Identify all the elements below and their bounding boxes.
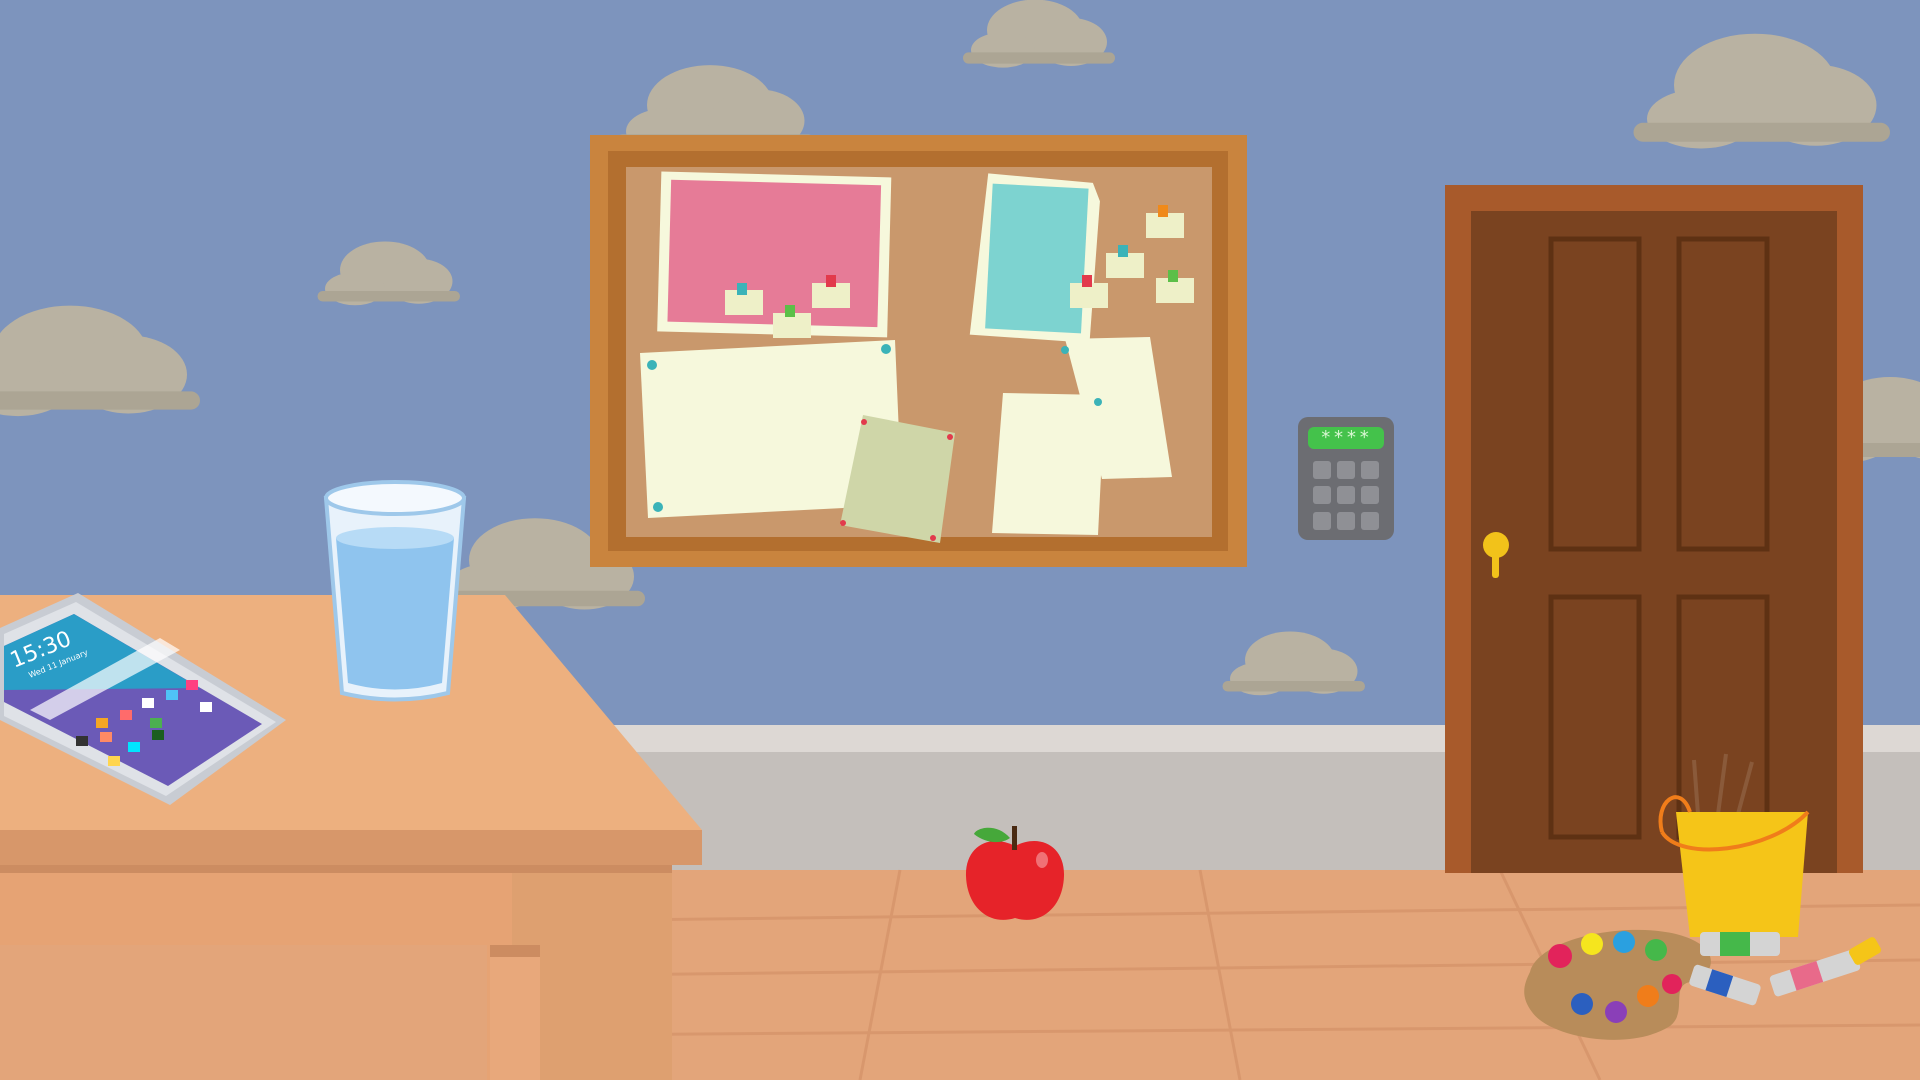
- keypad-key[interactable]: [1361, 486, 1379, 505]
- paint-tube-icon[interactable]: [1769, 936, 1883, 998]
- keypad-key[interactable]: [1337, 486, 1355, 505]
- apple-icon: [965, 826, 1065, 920]
- glass-of-water-icon: [323, 480, 467, 702]
- keypad-buttons: [1313, 461, 1379, 531]
- keypad-key[interactable]: [1313, 511, 1331, 530]
- keypad-key[interactable]: [1337, 511, 1355, 530]
- keypad-display: ****: [1308, 427, 1384, 449]
- paint-tube-icon[interactable]: [1688, 964, 1761, 1007]
- paint-bucket-icon: [1658, 753, 1810, 937]
- paint-tube-icon[interactable]: [1700, 932, 1780, 956]
- paint-palette-icon: [1524, 929, 1711, 1040]
- keypad-key[interactable]: [1361, 511, 1379, 530]
- keypad-key[interactable]: [1313, 486, 1331, 505]
- glass-of-water[interactable]: [320, 478, 470, 708]
- keypad-key[interactable]: [1337, 461, 1355, 479]
- paint-palette[interactable]: [1520, 922, 1900, 1050]
- keypad[interactable]: ****: [1298, 417, 1394, 540]
- corkboard[interactable]: [590, 135, 1250, 570]
- keypad-key[interactable]: [1313, 461, 1331, 479]
- apple[interactable]: [960, 818, 1070, 928]
- keypad-key[interactable]: [1361, 461, 1379, 479]
- escape-room-scene: **** 15:30 Wed 11 January: [0, 0, 1920, 1080]
- paint-bucket[interactable]: [1650, 752, 1825, 942]
- teal-note[interactable]: [969, 173, 1101, 343]
- pink-note[interactable]: [657, 171, 892, 338]
- tablet[interactable]: 15:30 Wed 11 January: [0, 590, 290, 810]
